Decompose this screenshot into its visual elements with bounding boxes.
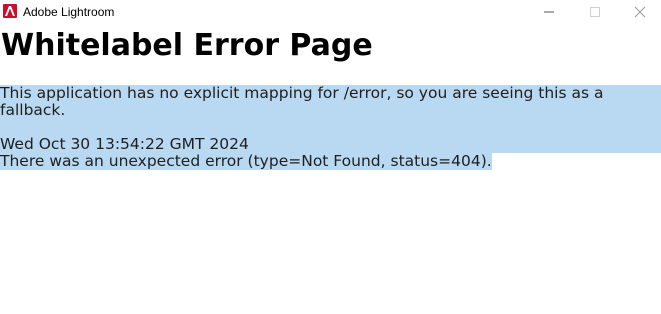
error-message-continued: fallback. — [0, 101, 66, 119]
close-icon — [617, 6, 661, 18]
timestamp-text: Wed Oct 30 13:54:22 GMT 2024 — [0, 136, 661, 153]
message-line-1: This application has no explicit mapping… — [0, 85, 661, 102]
error-timestamp: Wed Oct 30 13:54:22 GMT 2024 — [0, 136, 661, 153]
page-title: Whitelabel Error Page — [1, 28, 373, 63]
window-title: Adobe Lightroom — [23, 5, 115, 19]
title-bar[interactable]: Adobe Lightroom — [0, 0, 661, 24]
maximize-icon — [572, 6, 618, 18]
error-message: This application has no explicit mapping… — [0, 85, 661, 102]
adobe-icon — [3, 4, 17, 18]
app-window: Adobe Lightroom Whitelabel Error Page Th… — [0, 0, 661, 314]
minimize-icon — [526, 6, 572, 18]
minimize-button[interactable] — [526, 0, 572, 24]
message-line-2: fallback. — [0, 101, 66, 119]
maximize-button[interactable] — [572, 0, 618, 24]
selection-highlight — [0, 119, 661, 136]
error-detail: There was an unexpected error (type=Not … — [0, 152, 492, 170]
selection-highlight — [0, 102, 661, 119]
page-content: Whitelabel Error Page This application h… — [0, 24, 661, 314]
close-button[interactable] — [617, 0, 661, 24]
error-detail-text: There was an unexpected error (type=Not … — [0, 152, 492, 170]
